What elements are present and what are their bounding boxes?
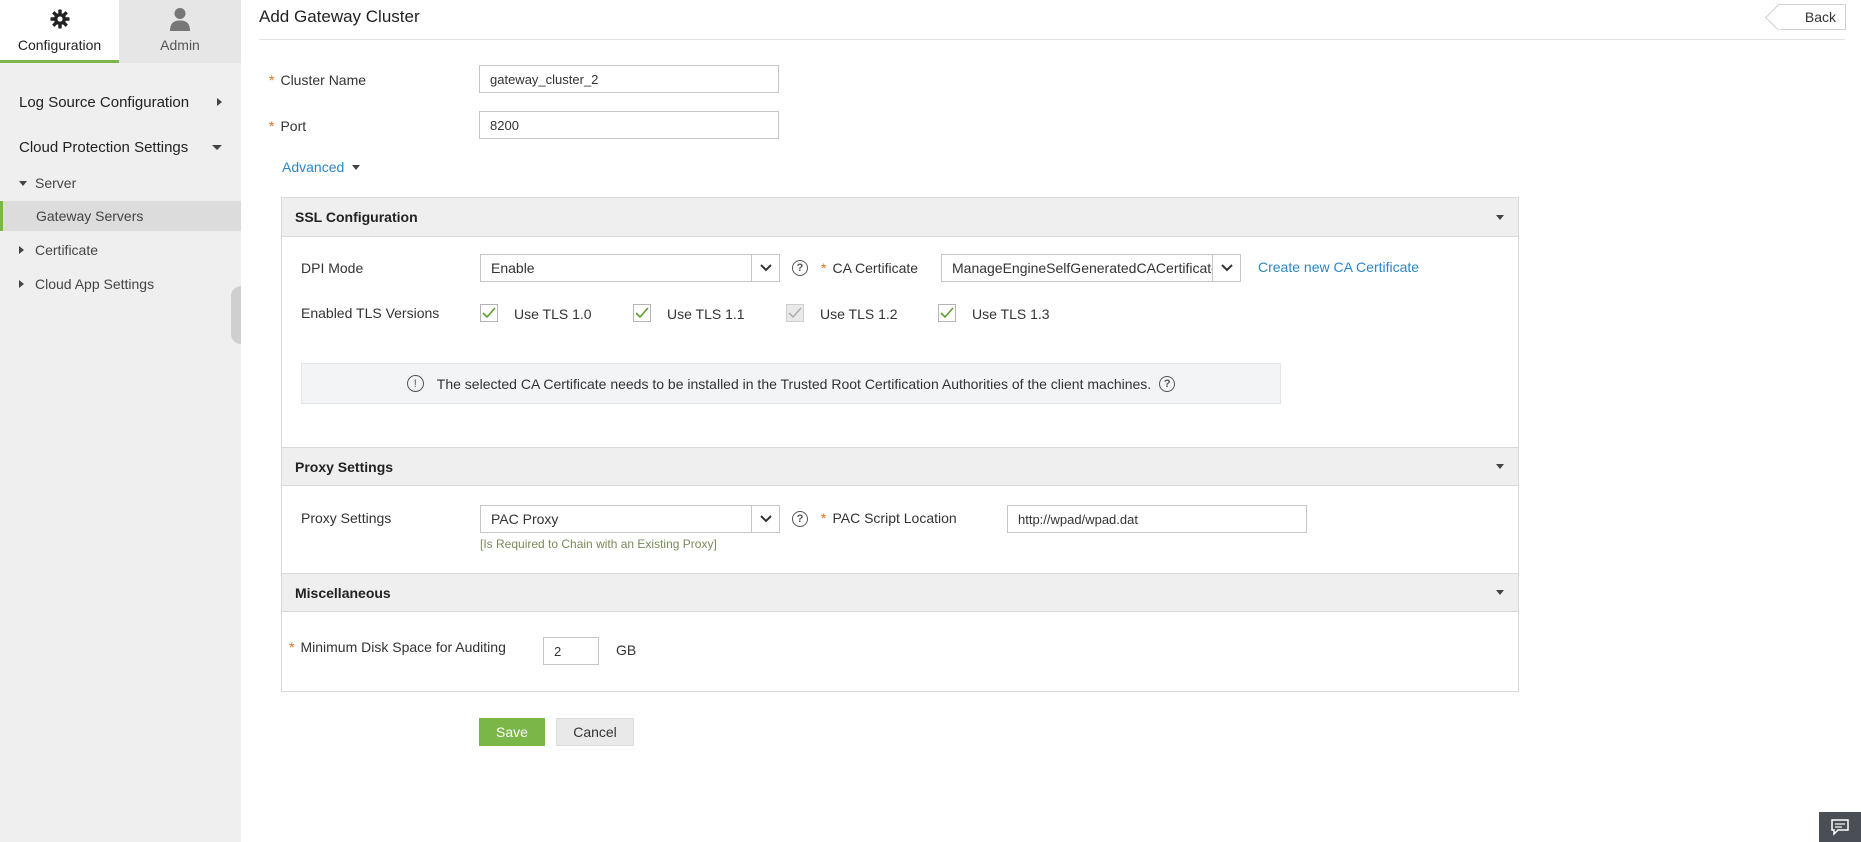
header-divider bbox=[259, 39, 1845, 40]
dpi-mode-label: DPI Mode bbox=[301, 260, 364, 276]
sidebar-item-gateway-servers[interactable]: Gateway Servers bbox=[0, 201, 241, 231]
pac-script-location-input[interactable] bbox=[1007, 505, 1307, 533]
ca-certificate-select[interactable]: ManageEngineSelfGeneratedCACertificate bbox=[941, 254, 1241, 282]
chevron-down-icon bbox=[1496, 214, 1504, 220]
user-icon bbox=[169, 7, 191, 31]
save-button[interactable]: Save bbox=[479, 718, 545, 746]
tls-1-3-checkbox[interactable] bbox=[938, 304, 956, 322]
min-disk-space-input[interactable] bbox=[543, 637, 599, 665]
tls-1-0-checkbox[interactable] bbox=[480, 304, 498, 322]
ca-info-text: The selected CA Certificate needs to be … bbox=[436, 375, 1152, 392]
back-button[interactable]: Back bbox=[1778, 4, 1846, 30]
port-input[interactable] bbox=[479, 111, 779, 139]
required-mark: * bbox=[821, 510, 827, 526]
advanced-toggle[interactable]: Advanced bbox=[282, 159, 361, 175]
ca-certificate-label: * CA Certificate bbox=[821, 260, 918, 276]
dpi-mode-value: Enable bbox=[491, 260, 535, 276]
proxy-settings-label: Proxy Settings bbox=[301, 510, 392, 526]
caret-right-icon bbox=[19, 280, 24, 288]
nav-log-source-configuration[interactable]: Log Source Configuration bbox=[0, 87, 241, 117]
ssl-configuration-title: SSL Configuration bbox=[295, 209, 418, 225]
check-icon bbox=[788, 307, 802, 319]
tab-configuration-label: Configuration bbox=[17, 37, 102, 53]
proxy-hint: [Is Required to Chain with an Existing P… bbox=[480, 537, 717, 551]
proxy-settings-select[interactable]: PAC Proxy bbox=[480, 505, 780, 533]
cluster-name-label: * Cluster Name bbox=[269, 72, 366, 88]
caret-right-icon bbox=[19, 246, 24, 254]
chevron-down-icon bbox=[212, 144, 222, 150]
chevron-down-icon bbox=[751, 255, 779, 281]
tab-admin-label: Admin bbox=[160, 37, 200, 53]
required-mark: * bbox=[289, 639, 295, 655]
cluster-name-label-text: Cluster Name bbox=[280, 72, 367, 88]
miscellaneous-header[interactable]: Miscellaneous bbox=[282, 573, 1518, 612]
sidebar-item-certificate[interactable]: Certificate bbox=[0, 235, 241, 265]
tab-admin[interactable]: Admin bbox=[119, 0, 241, 63]
caret-down-icon bbox=[19, 180, 27, 186]
required-mark: * bbox=[821, 260, 827, 276]
tls-1-2-checkbox bbox=[786, 304, 804, 322]
proxy-settings-value: PAC Proxy bbox=[491, 511, 559, 527]
port-label: * Port bbox=[269, 118, 306, 134]
tab-configuration[interactable]: Configuration bbox=[0, 0, 119, 63]
sidebar-item-gateway-servers-label: Gateway Servers bbox=[36, 208, 144, 224]
miscellaneous-title: Miscellaneous bbox=[295, 584, 391, 601]
check-icon bbox=[940, 307, 954, 319]
tls-1-3-label: Use TLS 1.3 bbox=[972, 306, 1050, 322]
ca-certificate-label-text: CA Certificate bbox=[832, 260, 919, 276]
dpi-mode-select[interactable]: Enable bbox=[480, 254, 780, 282]
chevron-down-icon bbox=[751, 506, 779, 532]
chat-button[interactable] bbox=[1819, 812, 1861, 842]
ca-info-message: ! The selected CA Certificate needs to b… bbox=[301, 363, 1281, 404]
required-mark: * bbox=[269, 118, 275, 134]
cluster-name-input[interactable] bbox=[479, 65, 779, 93]
nav-cloud-protection-settings-label: Cloud Protection Settings bbox=[19, 138, 189, 156]
chevron-down-icon bbox=[352, 164, 361, 170]
nav-cloud-protection-settings[interactable]: Cloud Protection Settings bbox=[0, 132, 241, 162]
pac-script-location-label: * PAC Script Location bbox=[821, 510, 957, 526]
nav-log-source-configuration-label: Log Source Configuration bbox=[19, 93, 190, 111]
chevron-down-icon bbox=[1496, 590, 1504, 595]
dpi-help-icon[interactable]: ? bbox=[792, 260, 808, 276]
sidebar-item-cloud-app-settings-label: Cloud App Settings bbox=[35, 276, 155, 292]
disk-unit-label: GB bbox=[616, 642, 637, 658]
pac-script-location-label-text: PAC Script Location bbox=[832, 510, 957, 526]
enabled-tls-versions-label: Enabled TLS Versions bbox=[301, 305, 440, 321]
tls-1-1-label: Use TLS 1.1 bbox=[667, 306, 745, 322]
chevron-down-icon bbox=[1212, 255, 1240, 281]
sidebar-item-server[interactable]: Server bbox=[0, 168, 241, 198]
sidebar-item-server-label: Server bbox=[35, 175, 77, 191]
ca-info-help-icon[interactable]: ? bbox=[1159, 375, 1176, 392]
chevron-right-icon bbox=[217, 98, 222, 106]
gear-icon bbox=[50, 7, 70, 31]
sidebar: Configuration Admin Log Source Configura… bbox=[0, 0, 241, 842]
create-ca-certificate-link[interactable]: Create new CA Certificate bbox=[1258, 259, 1419, 275]
info-icon: ! bbox=[406, 375, 424, 392]
sidebar-collapse-handle[interactable] bbox=[231, 286, 241, 344]
top-tabs: Configuration Admin bbox=[0, 0, 241, 63]
port-label-text: Port bbox=[280, 118, 307, 134]
page-title: Add Gateway Cluster bbox=[259, 7, 420, 26]
ssl-configuration-header[interactable]: SSL Configuration bbox=[282, 198, 1518, 237]
chat-icon bbox=[1831, 819, 1849, 836]
chevron-down-icon bbox=[1496, 464, 1504, 469]
sidebar-item-certificate-label: Certificate bbox=[35, 242, 99, 258]
sidebar-item-cloud-app-settings[interactable]: Cloud App Settings bbox=[0, 269, 241, 299]
back-button-label: Back bbox=[1804, 9, 1836, 25]
ca-certificate-value: ManageEngineSelfGeneratedCACertificate bbox=[952, 260, 1212, 276]
proxy-help-icon[interactable]: ? bbox=[792, 511, 808, 527]
min-disk-space-label: * Minimum Disk Space for Auditing bbox=[289, 639, 506, 655]
proxy-settings-header[interactable]: Proxy Settings bbox=[282, 447, 1518, 486]
cancel-button[interactable]: Cancel bbox=[556, 718, 634, 746]
min-disk-space-label-text: Minimum Disk Space for Auditing bbox=[300, 639, 506, 655]
required-mark: * bbox=[269, 72, 275, 88]
tls-1-1-checkbox[interactable] bbox=[633, 304, 651, 322]
tls-1-0-label: Use TLS 1.0 bbox=[514, 306, 592, 322]
tls-1-2-label: Use TLS 1.2 bbox=[820, 306, 898, 322]
check-icon bbox=[482, 307, 496, 319]
check-icon bbox=[635, 307, 649, 319]
advanced-label: Advanced bbox=[282, 159, 345, 175]
proxy-settings-title: Proxy Settings bbox=[295, 458, 394, 475]
